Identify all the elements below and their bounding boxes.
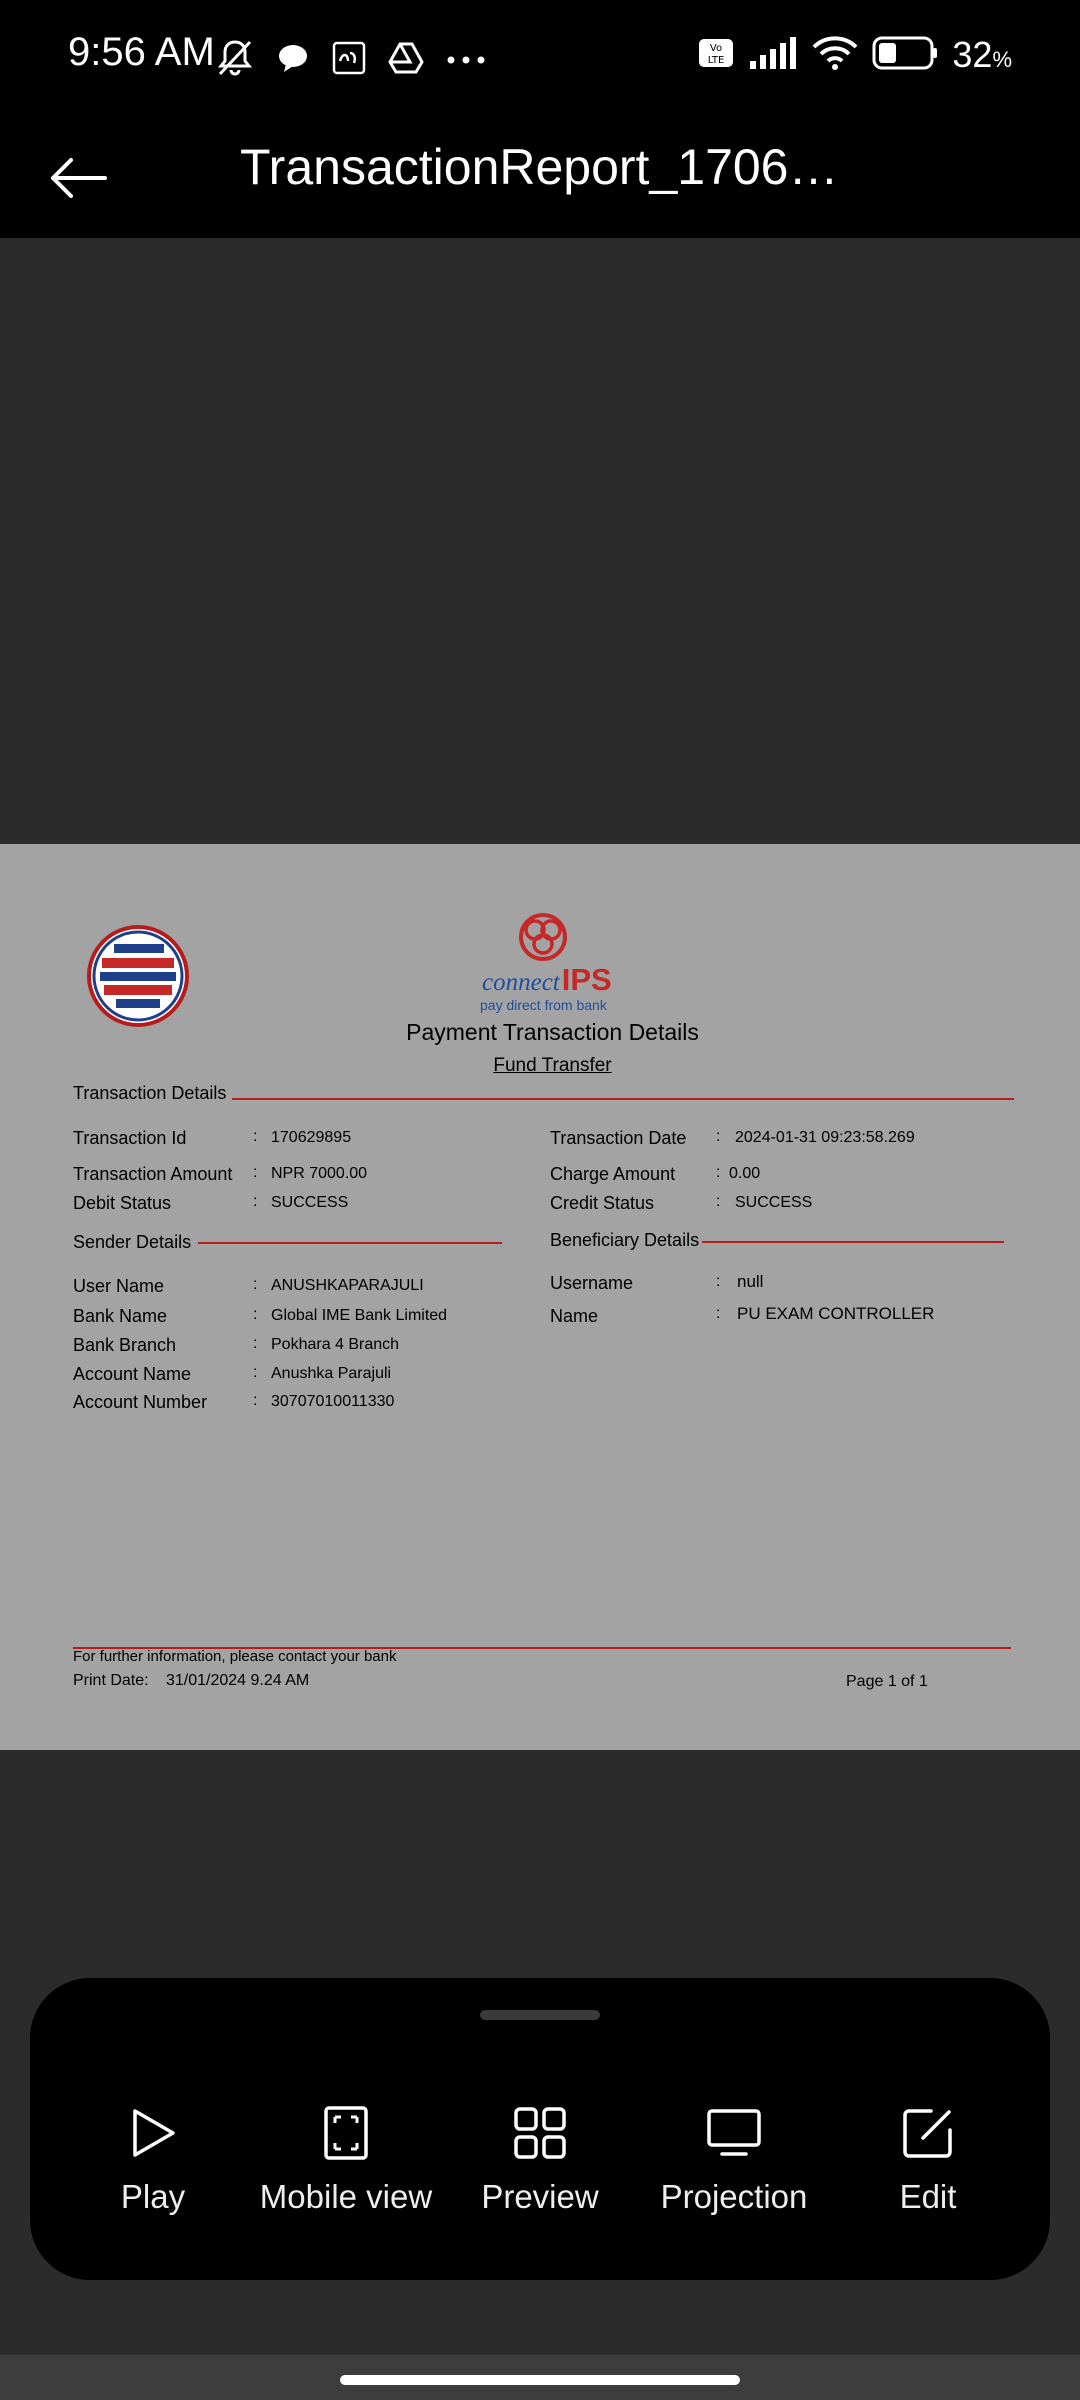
field-label: Account Name xyxy=(73,1364,192,1384)
print-date: 31/01/2024 9.24 AM xyxy=(166,1672,310,1689)
projection-button[interactable]: Projection xyxy=(634,2102,834,2216)
field-label: Debit Status xyxy=(73,1193,172,1213)
field-label: Transaction Date xyxy=(550,1128,687,1148)
volte-icon: Vo LTE xyxy=(698,38,734,73)
edit-button[interactable]: Edit xyxy=(828,2102,1028,2216)
more-icon xyxy=(446,52,486,70)
field-value: SUCCESS xyxy=(735,1194,813,1211)
field-label: Username xyxy=(550,1273,634,1293)
wifi-icon xyxy=(812,35,858,76)
field-value: PU EXAM CONTROLLER xyxy=(737,1304,935,1323)
field-value: null xyxy=(737,1272,764,1291)
divider xyxy=(702,1241,1004,1243)
divider xyxy=(232,1098,1014,1100)
play-icon xyxy=(133,2109,175,2157)
status-time: 9:56 AM xyxy=(68,30,215,74)
divider xyxy=(198,1242,502,1244)
field-value: 170629895 xyxy=(271,1129,352,1146)
navigation-bar xyxy=(0,2355,1080,2400)
bottom-action-sheet: Play Mobile view Preview Projection Edit xyxy=(30,1978,1050,2280)
connectips-logo: connectIPS pay direct from bank xyxy=(472,906,622,1016)
field-value: 0.00 xyxy=(729,1165,761,1182)
grid-icon xyxy=(514,2107,566,2159)
app-bar: TransactionReport_1706… xyxy=(0,120,1080,238)
field-label: Name xyxy=(550,1306,599,1326)
svg-text:Vo: Vo xyxy=(710,43,722,54)
field-value: Pokhara 4 Branch xyxy=(271,1336,400,1353)
battery-percent: 32% xyxy=(952,34,1012,75)
system-icons: Vo LTE 32% xyxy=(698,34,1012,76)
field-value: ANUSHKAPARAJULI xyxy=(271,1277,424,1294)
svg-text:LTE: LTE xyxy=(708,55,725,66)
battery-icon xyxy=(872,36,938,75)
field-label: Account Number xyxy=(73,1392,208,1412)
monitor-icon xyxy=(707,2109,761,2156)
home-gesture-handle[interactable] xyxy=(340,2375,740,2385)
field-label: Bank Branch xyxy=(73,1335,177,1355)
status-bar: 9:56 AM Vo LTE 32% xyxy=(0,0,1080,120)
arrow-left-icon xyxy=(51,158,107,198)
footer-info: For further information, please contact … xyxy=(73,1648,397,1665)
field-label: Charge Amount xyxy=(550,1164,676,1184)
field-value: Global IME Bank Limited xyxy=(271,1307,448,1324)
play-button[interactable]: Play xyxy=(53,2102,253,2216)
mobile-view-icon xyxy=(324,2106,368,2160)
mute-icon xyxy=(216,38,254,83)
app-icon xyxy=(332,41,366,80)
notification-icons xyxy=(216,38,486,83)
document-page[interactable]: connectIPS pay direct from bank Payment … xyxy=(0,844,1080,1750)
field-label: Transaction Id xyxy=(73,1128,187,1148)
report-heading: Payment Transaction Details xyxy=(406,1019,699,1045)
drive-icon xyxy=(388,42,424,79)
report-subheading: Fund Transfer xyxy=(493,1055,612,1076)
print-date-label: Print Date: xyxy=(73,1672,149,1689)
mobile-view-button[interactable]: Mobile view xyxy=(246,2102,446,2216)
sheet-drag-handle[interactable] xyxy=(480,2010,600,2020)
field-label: Credit Status xyxy=(550,1193,655,1213)
signal-icon xyxy=(748,36,798,74)
page-number: Page 1 of 1 xyxy=(846,1673,928,1690)
field-value: Anushka Parajuli xyxy=(271,1365,392,1382)
document-title: TransactionReport_1706… xyxy=(240,139,839,195)
chat-icon xyxy=(276,41,310,80)
field-value: NPR 7000.00 xyxy=(271,1165,368,1182)
field-label: User Name xyxy=(73,1276,165,1296)
field-label: Bank Name xyxy=(73,1306,168,1326)
edit-icon xyxy=(903,2109,952,2158)
back-button[interactable] xyxy=(40,140,116,216)
preview-button[interactable]: Preview xyxy=(440,2102,640,2216)
section-sender-details: Sender Details xyxy=(73,1232,192,1252)
field-value: 30707010011330 xyxy=(271,1393,395,1410)
section-transaction-details: Transaction Details xyxy=(73,1083,227,1103)
bank-logo xyxy=(87,925,189,1027)
section-beneficiary-details: Beneficiary Details xyxy=(550,1230,700,1250)
field-label: Transaction Amount xyxy=(73,1164,233,1184)
field-value: SUCCESS xyxy=(271,1194,349,1211)
field-value: 2024-01-31 09:23:58.269 xyxy=(735,1129,915,1146)
